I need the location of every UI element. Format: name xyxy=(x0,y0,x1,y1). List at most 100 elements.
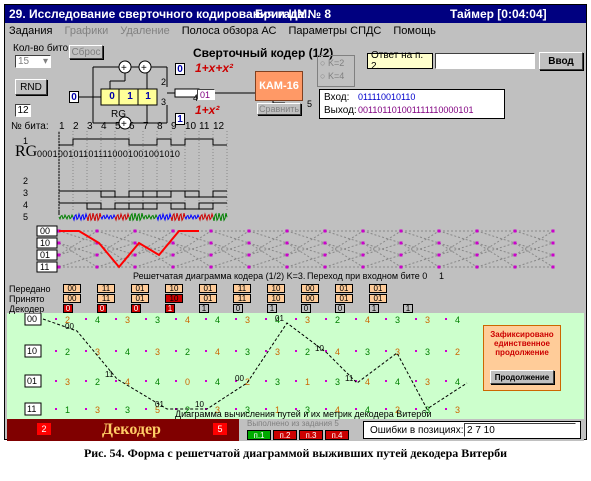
branch-label: 00 xyxy=(235,374,244,383)
menu-tasks[interactable]: Задания xyxy=(9,25,52,37)
trellis-branch xyxy=(438,242,478,268)
modulated-signal xyxy=(184,213,200,221)
timing-waveform xyxy=(59,190,227,198)
trellis-branch xyxy=(58,242,98,268)
trellis-branch xyxy=(400,230,440,244)
trellis-state-label: 00 xyxy=(40,226,50,236)
errors-label: Ошибки в позициях: xyxy=(370,425,464,436)
decoder-node xyxy=(445,380,447,382)
menu-parameters[interactable]: Параметры СПДС xyxy=(288,25,381,37)
path-metric: 2 xyxy=(185,347,190,357)
decoder-node xyxy=(85,380,87,382)
trellis-node xyxy=(95,229,99,233)
branch-label: 11 xyxy=(345,374,354,383)
poly-top: 1+x+x² xyxy=(195,61,234,75)
trellis-branch xyxy=(476,230,516,256)
output-label: Выход: xyxy=(324,105,357,116)
trellis-node xyxy=(361,229,365,233)
path-metric: 4 xyxy=(365,377,370,387)
menu-bandwidth[interactable]: Полоса обзора АС xyxy=(182,25,277,37)
input-label: Вход: xyxy=(324,92,350,103)
progress-item: п.2 xyxy=(273,430,297,440)
path-metric: 2 xyxy=(335,315,340,325)
decoder-node xyxy=(355,350,357,352)
rnd-button[interactable]: RND xyxy=(15,79,47,95)
progress-item: п.4 xyxy=(325,430,349,440)
trellis-branch xyxy=(324,242,364,268)
recv-symbol: 00 xyxy=(301,294,319,303)
decoder-node xyxy=(295,318,297,320)
path-metric: 4 xyxy=(335,347,340,357)
trellis-branch xyxy=(58,230,98,256)
path-metric: 4 xyxy=(455,315,460,325)
trellis-node xyxy=(437,265,441,269)
trellis-node xyxy=(551,229,555,233)
decoder-state-label: 10 xyxy=(27,346,37,356)
path-metric: 3 xyxy=(275,347,280,357)
compare-button[interactable]: Сравнить xyxy=(257,103,301,115)
trellis-branch xyxy=(286,230,326,256)
recv-symbol: 11 xyxy=(97,294,115,303)
svg-text:+: + xyxy=(121,119,127,130)
recv-symbol: 10 xyxy=(267,294,285,303)
trellis-state-label: 01 xyxy=(40,250,50,260)
enter-button[interactable]: Ввод xyxy=(539,52,583,70)
recv-symbol: 10 xyxy=(165,294,183,303)
answer-input[interactable] xyxy=(435,53,535,69)
trellis-node xyxy=(133,241,137,245)
decoder-node xyxy=(175,380,177,382)
menu-graphs[interactable]: Графики xyxy=(64,25,108,37)
trellis-branch xyxy=(476,242,516,268)
timing-row-label: 1 xyxy=(23,136,28,146)
trellis-branch xyxy=(362,230,402,244)
recv-symbol: 01 xyxy=(335,294,353,303)
trellis-branch xyxy=(134,230,174,244)
progress-item: п.3 xyxy=(299,430,323,440)
trellis-node xyxy=(361,265,365,269)
path-metric: 3 xyxy=(425,347,430,357)
path-metric: 3 xyxy=(245,315,250,325)
trellis-node xyxy=(323,241,327,245)
decoder-node xyxy=(385,318,387,320)
progress-item: п.1 xyxy=(247,430,271,440)
decoded-bit: 0 xyxy=(63,304,73,313)
sent-symbol: 00 xyxy=(63,284,81,293)
decoder-node xyxy=(445,318,447,320)
branch-label: 01 xyxy=(155,400,164,409)
continue-button[interactable]: Продолжение xyxy=(490,370,554,384)
trellis-node xyxy=(323,253,327,257)
register-bit-3: 1 xyxy=(145,90,151,102)
timing-row-label: 3 xyxy=(23,188,28,198)
decoder-node xyxy=(265,380,267,382)
trellis-node xyxy=(285,253,289,257)
decoder-node xyxy=(55,380,57,382)
path-metric: 0 xyxy=(185,377,190,387)
modulated-signal xyxy=(72,212,88,222)
k2-radio[interactable]: ○ K=2 xyxy=(320,58,344,68)
k4-radio[interactable]: ○ K=4 xyxy=(320,71,344,81)
trellis-branch xyxy=(96,254,136,268)
path-metric: 3 xyxy=(95,405,100,415)
decoder-node xyxy=(175,318,177,320)
trellis-node xyxy=(247,241,251,245)
path-metric: 3 xyxy=(95,347,100,357)
trellis-branch xyxy=(324,230,364,256)
main-window: 29. Исследование сверточного кодирования… xyxy=(4,4,587,441)
bits-count-select[interactable]: 15 ▾ xyxy=(15,55,51,68)
decoder-node xyxy=(415,380,417,382)
menu-help[interactable]: Помощь xyxy=(393,25,436,37)
svg-text:+: + xyxy=(141,63,147,74)
modulated-signal xyxy=(128,212,144,222)
trellis-node xyxy=(285,241,289,245)
path-metric: 3 xyxy=(425,377,430,387)
trellis-node xyxy=(361,253,365,257)
trellis-node xyxy=(437,241,441,245)
decoded-bit: 0 xyxy=(301,304,311,313)
poly-bottom: 1+x² xyxy=(195,103,220,117)
menu-delete[interactable]: Удаление xyxy=(120,25,170,37)
decoder-node xyxy=(265,350,267,352)
decoder-node xyxy=(415,350,417,352)
trellis-legend-0: Переход при входном бите 0 xyxy=(307,271,428,281)
counter-field: 12 xyxy=(15,104,31,117)
output-top-bit: 0 xyxy=(175,63,185,75)
